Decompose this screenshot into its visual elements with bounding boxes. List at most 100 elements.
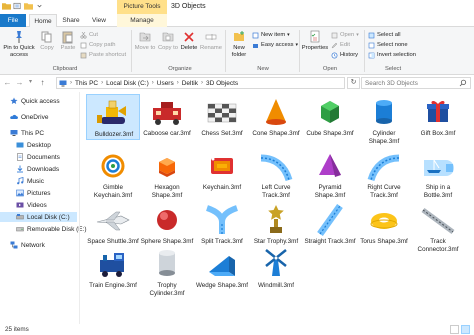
copy-label: Copy: [40, 45, 54, 51]
network-icon: [10, 241, 18, 249]
breadcrumb-local-disk[interactable]: Local Disk (C:): [106, 80, 149, 87]
file-item[interactable]: Bulldozer.3mf: [86, 94, 140, 140]
large-icons-view-icon[interactable]: [461, 325, 470, 334]
file-item[interactable]: Star Trophy.3mf: [249, 202, 303, 248]
nav-item-local-disk[interactable]: Local Disk (C:): [0, 212, 77, 222]
breadcrumb-deltik[interactable]: Deltik: [182, 80, 198, 87]
nav-item-downloads[interactable]: Downloads: [16, 164, 59, 174]
new-folder-qat-icon[interactable]: [24, 2, 33, 10]
nav-item-onedrive[interactable]: OneDrive: [10, 112, 48, 122]
file-item[interactable]: Keychain.3mf: [195, 148, 249, 194]
nav-item-removable-disk[interactable]: Removable Disk (E:): [16, 224, 87, 234]
easy-access-label: Easy access: [261, 42, 294, 48]
pin-quick-access-button[interactable]: Pin to Quick access: [2, 30, 36, 59]
view-toggle: [450, 325, 470, 334]
open-group-label: Open: [322, 66, 338, 72]
file-item[interactable]: Trophy Cylinder.3mf: [140, 246, 194, 297]
file-item[interactable]: Ship in a Bottle.3mf: [411, 148, 465, 199]
move-to-button[interactable]: Move to: [134, 30, 156, 52]
file-item[interactable]: Windmill.3mf: [249, 246, 303, 292]
file-item[interactable]: Cylinder Shape.3mf: [357, 94, 411, 145]
properties-icon[interactable]: [13, 2, 22, 10]
refresh-icon[interactable]: ↻: [347, 77, 360, 89]
file-item[interactable]: Split Track.3mf: [195, 202, 249, 248]
chevron-down-icon[interactable]: [35, 2, 44, 10]
cylinder-shape-icon: [376, 100, 392, 124]
nav-label: Videos: [27, 201, 47, 209]
tab-share[interactable]: Share: [60, 14, 82, 27]
file-item[interactable]: Cone Shape.3mf: [249, 94, 303, 140]
new-item-button[interactable]: New item ▾: [252, 31, 290, 39]
rename-button[interactable]: Rename: [199, 30, 223, 52]
nav-item-music[interactable]: Music: [16, 176, 44, 186]
file-item[interactable]: Chess Set.3mf: [195, 94, 249, 140]
drive-icon: [16, 214, 24, 220]
back-arrow-icon[interactable]: ←: [3, 78, 12, 87]
recent-locations-chevron-icon[interactable]: ▾: [26, 78, 35, 87]
file-item[interactable]: Sphere Shape.3mf: [140, 202, 194, 248]
file-name: Bulldozer.3mf: [94, 131, 134, 138]
open-button[interactable]: Open ▾: [331, 31, 359, 39]
tab-manage[interactable]: Manage: [117, 14, 167, 27]
edit-button[interactable]: Edit: [331, 41, 350, 49]
forward-arrow-icon[interactable]: →: [15, 78, 24, 87]
easy-access-icon: [253, 43, 258, 48]
file-item[interactable]: Torus Shape.3mf: [357, 202, 411, 248]
properties-button[interactable]: Properties: [301, 30, 329, 52]
removable-drive-icon: [16, 227, 24, 232]
tab-file[interactable]: File: [0, 14, 26, 27]
new-folder-button[interactable]: New folder: [228, 30, 250, 59]
file-item[interactable]: Track Connector.3mf: [411, 202, 465, 253]
nav-item-documents[interactable]: Documents: [16, 152, 60, 162]
file-name: Cube Shape.3mf: [306, 130, 354, 137]
select-none-icon: [368, 42, 375, 48]
file-name: Cone Shape.3mf: [252, 130, 300, 137]
nav-item-this-pc[interactable]: This PC: [10, 128, 44, 138]
file-name: Split Track.3mf: [201, 238, 243, 245]
file-item[interactable]: Space Shuttle.3mf: [86, 202, 140, 248]
nav-item-videos[interactable]: Videos: [16, 200, 47, 210]
file-item[interactable]: Right Curve Track.3mf: [357, 148, 411, 199]
search-box[interactable]: Search 3D Objects: [361, 77, 471, 89]
copy-to-button[interactable]: Copy to: [157, 30, 179, 52]
star-trophy-icon: [268, 205, 284, 233]
nav-item-desktop[interactable]: Desktop: [16, 140, 51, 150]
breadcrumb-users[interactable]: Users: [157, 80, 174, 87]
new-folder-label: New folder: [231, 45, 247, 58]
details-view-icon[interactable]: [450, 325, 459, 334]
chevron-down-icon: ▾: [287, 32, 290, 38]
address-bar[interactable]: › This PC › Local Disk (C:) › Users › De…: [56, 77, 345, 89]
file-item[interactable]: Train Engine.3mf: [86, 246, 140, 292]
select-all-button[interactable]: Select all: [368, 31, 401, 39]
paste-shortcut-button[interactable]: Paste shortcut: [80, 51, 126, 59]
easy-access-button[interactable]: Easy access ▾: [252, 41, 298, 49]
file-item[interactable]: Straight Track.3mf: [303, 202, 357, 248]
file-item[interactable]: Cube Shape.3mf: [303, 94, 357, 140]
navigation-pane: Quick access OneDrive This PC Desktop Do…: [0, 92, 87, 324]
file-item[interactable]: Gift Box.3mf: [411, 94, 465, 140]
tab-view[interactable]: View: [88, 14, 110, 27]
delete-button[interactable]: Delete: [180, 30, 198, 52]
file-item[interactable]: Hexagon Shape.3mf: [140, 148, 194, 199]
copy-button[interactable]: Copy: [38, 30, 56, 52]
file-item[interactable]: Pyramid Shape.3mf: [303, 148, 357, 199]
nav-item-pictures[interactable]: Pictures: [16, 188, 50, 198]
file-name: Star Trophy.3mf: [253, 238, 299, 245]
history-button[interactable]: History: [331, 51, 358, 59]
file-item[interactable]: Left Curve Track.3mf: [249, 148, 303, 199]
paste-button[interactable]: Paste: [58, 30, 78, 52]
cut-button[interactable]: Cut: [80, 31, 98, 39]
file-item[interactable]: Wedge Shape.3mf: [195, 246, 249, 292]
up-arrow-icon[interactable]: ↑: [38, 78, 47, 87]
breadcrumb-3d-objects[interactable]: 3D Objects: [206, 80, 238, 87]
tab-home[interactable]: Home: [29, 14, 57, 27]
copy-path-button[interactable]: Copy path: [80, 41, 115, 49]
nav-item-network[interactable]: Network: [10, 240, 45, 250]
copy-icon: [41, 31, 52, 43]
select-none-button[interactable]: Select none: [368, 41, 408, 49]
file-item[interactable]: Gimble Keychain.3mf: [86, 148, 140, 199]
file-item[interactable]: Caboose car.3mf: [140, 94, 194, 140]
invert-selection-button[interactable]: Invert selection: [368, 51, 416, 59]
nav-item-quick-access[interactable]: Quick access: [10, 96, 60, 106]
breadcrumb-this-pc[interactable]: This PC: [75, 80, 98, 87]
